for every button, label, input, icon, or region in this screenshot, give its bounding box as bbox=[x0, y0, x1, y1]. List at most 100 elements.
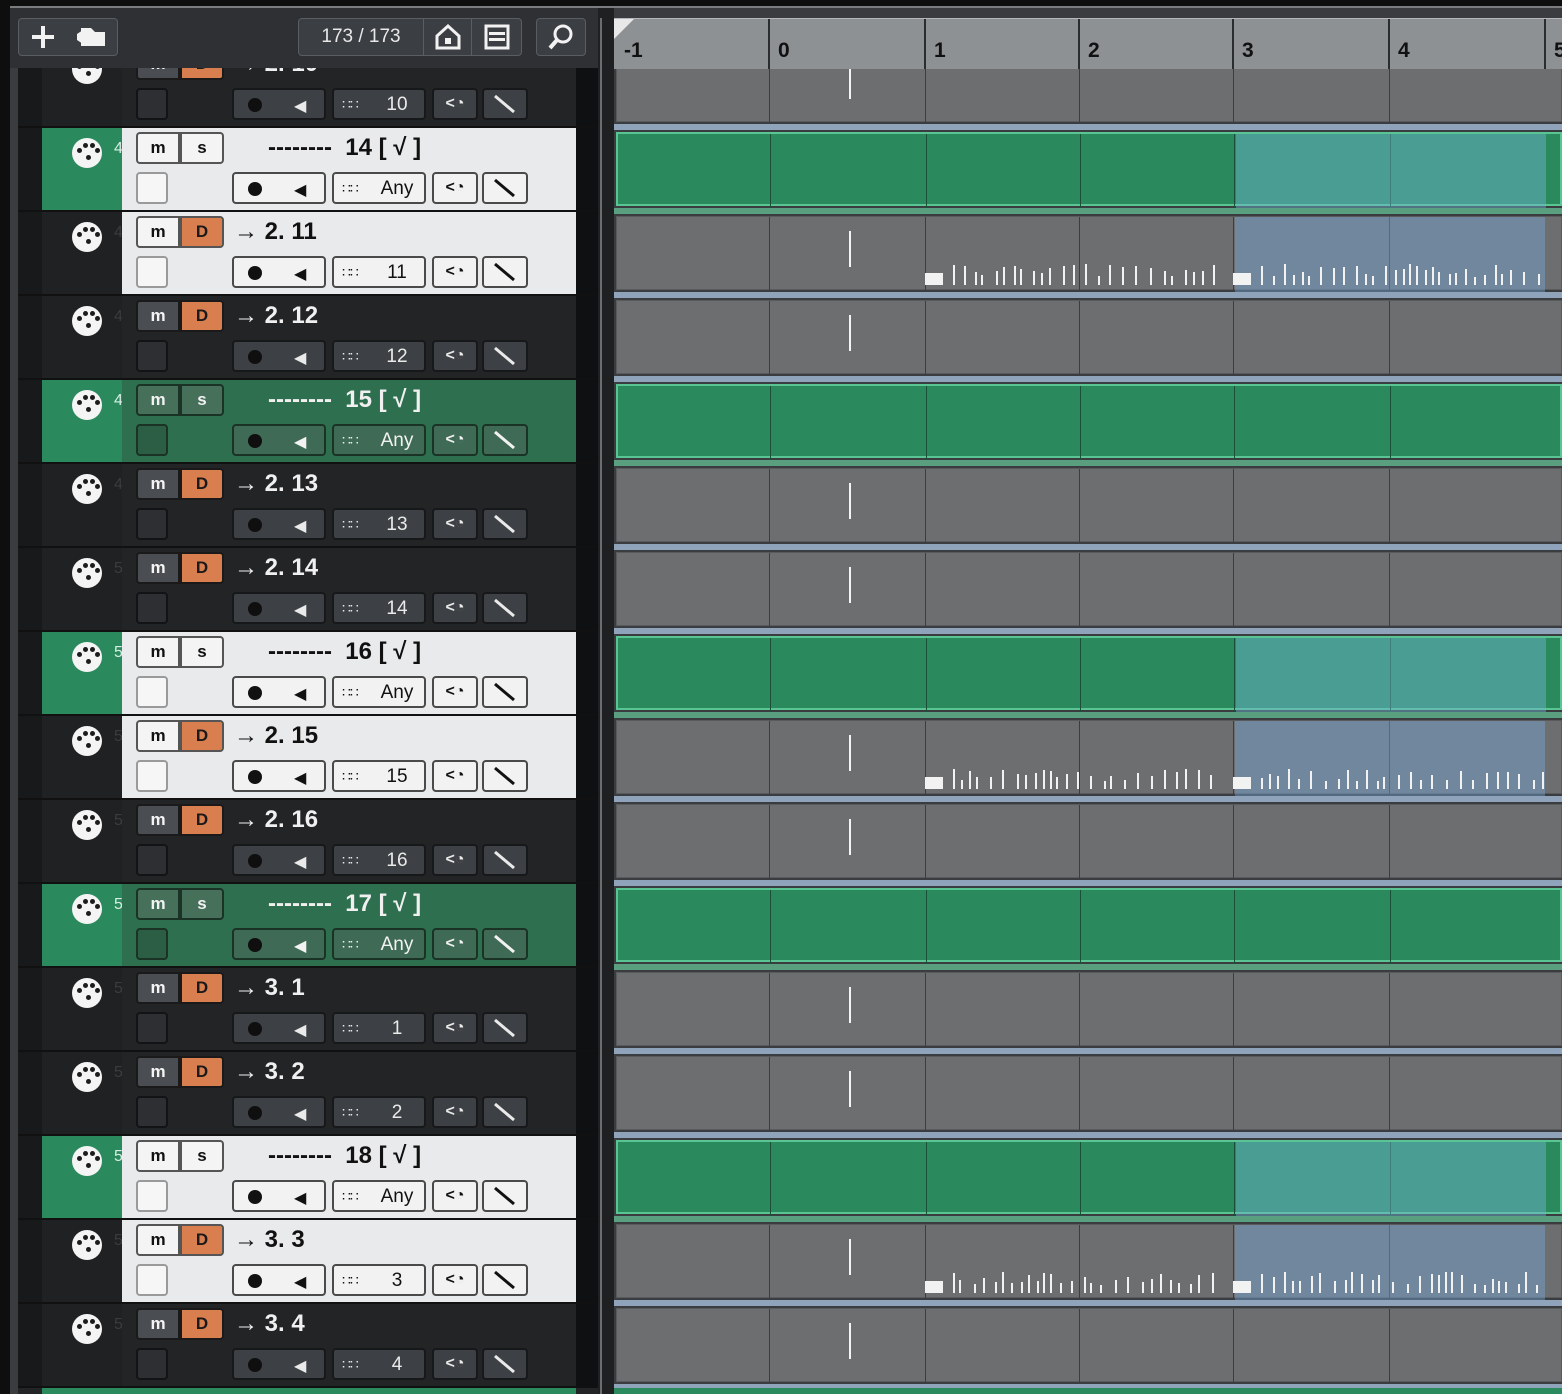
edit-instrument-button[interactable] bbox=[482, 1096, 528, 1128]
track-name[interactable]: → 3. 3 bbox=[234, 1224, 305, 1256]
speaker-icon[interactable]: ◀ bbox=[294, 1020, 306, 1040]
edit-instrument-button[interactable] bbox=[482, 1012, 528, 1044]
speaker-icon[interactable]: ◀ bbox=[294, 264, 306, 284]
direct-routing-button[interactable]: D bbox=[180, 216, 224, 248]
direct-routing-button[interactable]: D bbox=[180, 68, 224, 80]
record-icon[interactable] bbox=[248, 938, 262, 952]
midi-channel-selector[interactable]: ∷∷ Any bbox=[332, 172, 426, 204]
solo-button[interactable]: s bbox=[180, 636, 224, 668]
track-name[interactable]: → 3. 1 bbox=[234, 972, 305, 1004]
monitor-button[interactable]: <◔ bbox=[432, 1180, 478, 1212]
midi-track-row[interactable]: 53mD → 2. 16 ◀ ∷∷ 16 <◔ bbox=[18, 800, 598, 884]
track-enable-checkbox[interactable] bbox=[136, 760, 168, 792]
midi-part[interactable] bbox=[616, 552, 1562, 631]
speaker-icon[interactable]: ◀ bbox=[294, 684, 306, 704]
monitor-button[interactable]: <◔ bbox=[432, 1264, 478, 1296]
midi-lane[interactable] bbox=[614, 1304, 1562, 1388]
midi-track-row[interactable]: 46mD → 2. 11 ◀ ∷∷ 11 <◔ bbox=[18, 212, 598, 296]
speaker-icon[interactable]: ◀ bbox=[294, 1104, 306, 1124]
monitor-button[interactable]: <◔ bbox=[432, 1096, 478, 1128]
edit-instrument-button[interactable] bbox=[482, 676, 528, 708]
folder-lane[interactable] bbox=[614, 128, 1562, 212]
monitor-button[interactable]: <◔ bbox=[432, 592, 478, 624]
midi-lane[interactable] bbox=[614, 968, 1562, 1052]
midi-track-row[interactable]: mD → 2. 10 ◀ ∷∷ 10 <◔ bbox=[18, 68, 598, 128]
midi-part[interactable] bbox=[616, 1056, 1562, 1135]
record-icon[interactable] bbox=[248, 854, 262, 868]
record-icon[interactable] bbox=[248, 350, 262, 364]
track-enable-checkbox[interactable] bbox=[136, 508, 168, 540]
direct-routing-button[interactable]: D bbox=[180, 300, 224, 332]
folder-part[interactable] bbox=[616, 132, 1562, 212]
mute-button[interactable]: m bbox=[136, 1140, 180, 1172]
track-name[interactable]: → 2. 13 bbox=[234, 468, 318, 500]
track-name[interactable]: → 2. 14 bbox=[234, 552, 318, 584]
edit-instrument-button[interactable] bbox=[482, 760, 528, 792]
record-icon[interactable] bbox=[248, 770, 262, 784]
monitor-button[interactable]: <◔ bbox=[432, 340, 478, 372]
monitor-button[interactable]: <◔ bbox=[432, 760, 478, 792]
folder-lane[interactable] bbox=[614, 1136, 1562, 1220]
monitor-button[interactable]: <◔ bbox=[432, 256, 478, 288]
track-enable-checkbox[interactable] bbox=[136, 928, 168, 960]
direct-routing-button[interactable]: D bbox=[180, 1308, 224, 1340]
direct-routing-button[interactable]: D bbox=[180, 1224, 224, 1256]
folder-track-row[interactable]: 57ms -------- 18 [ √ ] ◀ ∷∷ Any <◔ bbox=[18, 1136, 598, 1220]
timeline-ruler[interactable]: -1 0 1 2 3 4 5 bbox=[614, 18, 1562, 69]
midi-track-row[interactable]: 52mD → 2. 15 ◀ ∷∷ 15 <◔ bbox=[18, 716, 598, 800]
edit-instrument-button[interactable] bbox=[482, 424, 528, 456]
record-icon[interactable] bbox=[248, 266, 262, 280]
edit-instrument-button[interactable] bbox=[482, 256, 528, 288]
track-name[interactable]: → 2. 11 bbox=[234, 216, 317, 248]
speaker-icon[interactable]: ◀ bbox=[294, 600, 306, 620]
edit-instrument-button[interactable] bbox=[482, 88, 528, 120]
midi-channel-selector[interactable]: ∷∷ 12 bbox=[332, 340, 426, 372]
track-enable-checkbox[interactable] bbox=[136, 1264, 168, 1296]
direct-routing-button[interactable]: D bbox=[180, 720, 224, 752]
folder-part[interactable] bbox=[616, 888, 1562, 968]
speaker-icon[interactable]: ◀ bbox=[294, 768, 306, 788]
midi-track-row[interactable]: 59mD → 3. 4 ◀ ∷∷ 4 <◔ bbox=[18, 1304, 598, 1388]
track-name[interactable]: -------- 17 [ √ ] bbox=[268, 888, 421, 920]
midi-part[interactable] bbox=[616, 468, 1562, 547]
solo-button[interactable]: s bbox=[180, 132, 224, 164]
monitor-button[interactable]: <◔ bbox=[432, 424, 478, 456]
folder-lane[interactable] bbox=[614, 632, 1562, 716]
record-icon[interactable] bbox=[248, 1106, 262, 1120]
midi-lane[interactable] bbox=[614, 800, 1562, 884]
record-icon[interactable] bbox=[248, 686, 262, 700]
midi-channel-selector[interactable]: ∷∷ Any bbox=[332, 424, 426, 456]
mute-button[interactable]: m bbox=[136, 888, 180, 920]
midi-lane[interactable] bbox=[614, 1052, 1562, 1136]
folder-part[interactable] bbox=[616, 636, 1562, 716]
mute-button[interactable]: m bbox=[136, 720, 180, 752]
midi-lane[interactable] bbox=[614, 1220, 1562, 1304]
monitor-button[interactable]: <◔ bbox=[432, 844, 478, 876]
midi-part[interactable] bbox=[616, 216, 1562, 295]
mute-button[interactable]: m bbox=[136, 384, 180, 416]
record-icon[interactable] bbox=[248, 1190, 262, 1204]
midi-lane[interactable] bbox=[614, 464, 1562, 548]
track-enable-checkbox[interactable] bbox=[136, 340, 168, 372]
speaker-icon[interactable]: ◀ bbox=[294, 348, 306, 368]
record-icon[interactable] bbox=[248, 1274, 262, 1288]
record-icon[interactable] bbox=[248, 434, 262, 448]
midi-track-row[interactable]: 47mD → 2. 12 ◀ ∷∷ 12 <◔ bbox=[18, 296, 598, 380]
monitor-button[interactable]: <◔ bbox=[432, 676, 478, 708]
track-name[interactable]: -------- 14 [ √ ] bbox=[268, 132, 421, 164]
direct-routing-button[interactable]: D bbox=[180, 1056, 224, 1088]
midi-channel-selector[interactable]: ∷∷ 16 bbox=[332, 844, 426, 876]
track-enable-checkbox[interactable] bbox=[136, 1012, 168, 1044]
speaker-icon[interactable]: ◀ bbox=[294, 1188, 306, 1208]
monitor-button[interactable]: <◔ bbox=[432, 1348, 478, 1380]
track-name[interactable]: -------- 18 [ √ ] bbox=[268, 1140, 421, 1172]
midi-channel-selector[interactable]: ∷∷ 11 bbox=[332, 256, 426, 288]
mute-button[interactable]: m bbox=[136, 804, 180, 836]
monitor-button[interactable]: <◔ bbox=[432, 88, 478, 120]
monitor-button[interactable]: <◔ bbox=[432, 928, 478, 960]
midi-track-row[interactable]: 49mD → 2. 13 ◀ ∷∷ 13 <◔ bbox=[18, 464, 598, 548]
speaker-icon[interactable]: ◀ bbox=[294, 432, 306, 452]
folder-lane[interactable] bbox=[614, 884, 1562, 968]
midi-part[interactable] bbox=[616, 300, 1562, 379]
track-name[interactable]: → 2. 10 bbox=[234, 68, 318, 80]
